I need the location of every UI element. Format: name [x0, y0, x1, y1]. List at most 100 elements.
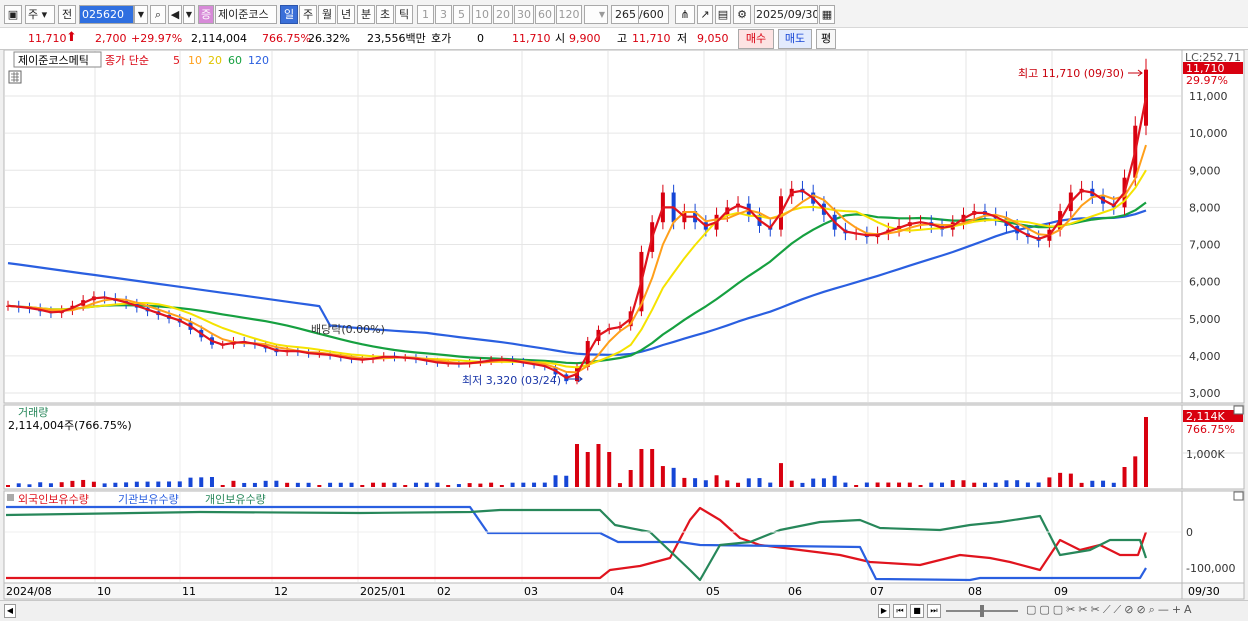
holdings-panel-close-icon[interactable]	[1233, 491, 1244, 501]
step-10[interactable]: 10	[472, 5, 492, 24]
step-60[interactable]: 60	[535, 5, 555, 24]
speaker-icon[interactable]: ◀	[168, 5, 182, 24]
volume-bar	[778, 463, 783, 487]
volume-bar	[714, 475, 719, 487]
scroll-left-icon[interactable]: ◀	[4, 604, 16, 618]
volume-bar	[1004, 480, 1009, 487]
high-annotation: 최고 11,710 (09/30)	[1018, 67, 1124, 80]
volume-bar	[596, 444, 601, 487]
holdings-y-tick-0: 0	[1186, 526, 1193, 539]
step-5[interactable]: 5	[453, 5, 470, 24]
step-120[interactable]: 120	[556, 5, 582, 24]
step-3[interactable]: 3	[435, 5, 452, 24]
rewind-icon[interactable]: ⏮	[893, 604, 907, 618]
volume-bar	[521, 482, 526, 487]
volume-bar	[134, 481, 139, 487]
prev-button[interactable]: 전	[58, 5, 76, 24]
volume-bar	[328, 482, 333, 487]
volume-bar	[1036, 482, 1041, 487]
low-value: 9,050	[697, 32, 729, 45]
volume-bar	[242, 482, 247, 487]
volume-bar	[854, 485, 859, 487]
open-value: 9,900	[569, 32, 601, 45]
zoom-slider-thumb[interactable]	[980, 605, 984, 617]
change-value: 2,700	[95, 32, 127, 45]
volume-bar	[789, 480, 794, 487]
save-icon[interactable]: ▤	[715, 5, 731, 24]
type-select[interactable]: 주 ▾	[25, 5, 55, 24]
period-day[interactable]: 일	[280, 5, 298, 24]
type-select-label: 주	[28, 8, 39, 21]
fast-forward-icon[interactable]: ⏭	[927, 604, 941, 618]
search-icon[interactable]: ⌕	[150, 5, 166, 24]
legend-ma-120[interactable]: 120	[248, 54, 269, 67]
volume-bar	[575, 444, 579, 487]
x-axis-label: 11	[182, 585, 196, 598]
volume-bar	[59, 482, 64, 487]
hoga-label: 호가	[431, 32, 452, 45]
volume-bar	[875, 482, 880, 487]
gear-icon[interactable]: ⚙	[733, 5, 751, 24]
volume-bar	[639, 449, 644, 487]
x-axis	[3, 582, 1183, 600]
volume-bar	[392, 482, 397, 487]
stop-icon[interactable]: ■	[910, 604, 924, 618]
volume-bar	[1058, 472, 1063, 487]
step-1[interactable]: 1	[417, 5, 434, 24]
x-axis-label: 06	[788, 585, 802, 598]
step-30[interactable]: 30	[514, 5, 534, 24]
volume-bar	[929, 482, 934, 487]
volume-bar	[832, 475, 837, 487]
volume-bar	[338, 482, 343, 487]
period-minute[interactable]: 분	[357, 5, 375, 24]
legend-ma-5[interactable]: 5	[173, 54, 180, 67]
legend-ma-10[interactable]: 10	[188, 54, 202, 67]
holdings-series-institution[interactable]: 기관보유수량	[118, 493, 179, 506]
volume-bar	[897, 482, 902, 487]
period-month[interactable]: 월	[318, 5, 336, 24]
period-second[interactable]: 초	[376, 5, 394, 24]
period-year[interactable]: 년	[337, 5, 355, 24]
date-input[interactable]: 2025/09/30	[754, 5, 818, 24]
volume-title[interactable]: 거래량	[18, 406, 48, 419]
volume-bar	[467, 483, 472, 487]
legend-ma-20[interactable]: 20	[208, 54, 222, 67]
speaker-dropdown-icon[interactable]: ▼	[183, 5, 195, 24]
legend-ma-60[interactable]: 60	[228, 54, 242, 67]
drawing-tools[interactable]: ▢▢▢✂✂✂⟋⟋⊘⊘⌕—+A	[1026, 603, 1246, 619]
volume-bar	[532, 482, 537, 487]
average-button[interactable]: 평	[816, 29, 836, 49]
scroll-right-icon[interactable]: ▶	[878, 604, 890, 618]
layout-icon[interactable]: ▣	[4, 5, 22, 24]
volume-panel-close-icon[interactable]	[1233, 405, 1244, 415]
period-week[interactable]: 주	[299, 5, 317, 24]
volume-bar	[349, 482, 354, 487]
holdings-series-individual[interactable]: 개인보유수량	[205, 493, 266, 506]
chart-area[interactable]: 11,000 10,000 9,000 8,000 7,000 6,000 5,000 4,0…	[0, 50, 1248, 600]
volume-bar	[371, 482, 376, 487]
period-tick[interactable]: 틱	[395, 5, 413, 24]
stock-code-input[interactable]: 025620	[79, 5, 134, 24]
holdings-series-foreign[interactable]: 외국인보유수량	[18, 493, 89, 506]
volume-bar	[209, 477, 214, 487]
price-panel	[3, 50, 1183, 404]
candle-icon[interactable]: ⋔	[675, 5, 695, 24]
sell-button[interactable]: 매도	[778, 29, 812, 49]
volume-bar	[961, 480, 966, 487]
calendar-icon[interactable]: ▦	[819, 5, 835, 24]
volume-bar	[403, 485, 408, 487]
count-input[interactable]: 265	[611, 5, 639, 24]
bottom-scrollbar[interactable]: ◀ ▶ ⏮ ■ ⏭ ▢▢▢✂✂✂⟋⟋⊘⊘⌕—+A	[0, 600, 1248, 621]
volume-bar	[360, 485, 365, 487]
volume-bar	[295, 482, 300, 487]
buy-button[interactable]: 매수	[738, 29, 774, 49]
volume-y-tick: 1,000K	[1186, 448, 1225, 461]
volume-bar	[435, 482, 440, 487]
code-dropdown-icon[interactable]: ▼	[134, 5, 148, 24]
draw-tools-icon[interactable]: ↗	[697, 5, 713, 24]
step-20[interactable]: 20	[493, 5, 513, 24]
volume-bar	[1133, 456, 1138, 487]
volume-bar	[843, 482, 848, 487]
step-custom-dropdown[interactable]: ▼	[584, 5, 608, 24]
volume-bar	[91, 481, 96, 487]
